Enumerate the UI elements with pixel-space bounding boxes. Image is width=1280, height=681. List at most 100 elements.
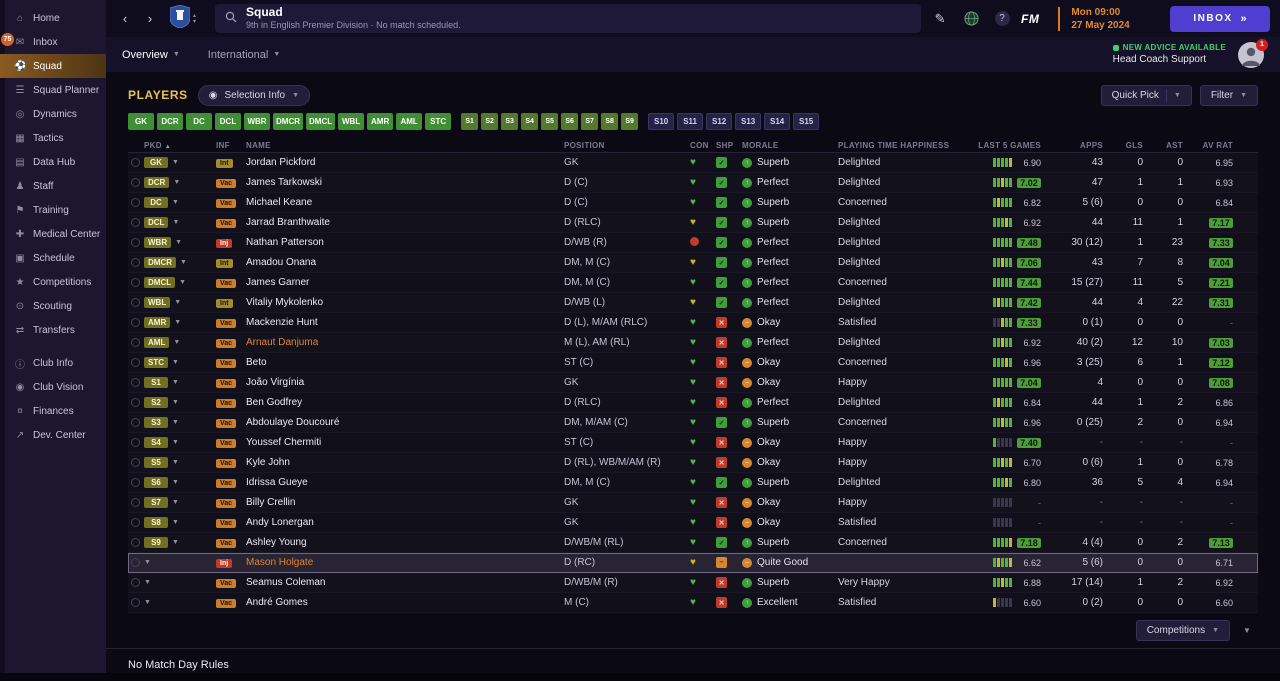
- row-status-circle[interactable]: [131, 478, 140, 487]
- player-name[interactable]: Jordan Pickford: [246, 157, 564, 168]
- chevron-down-icon[interactable]: ▼: [172, 379, 179, 386]
- player-row[interactable]: S7 ▼ Vac Billy Crellin GK ♥ ✕ – Okay Happy - - - - -: [128, 493, 1258, 513]
- player-name[interactable]: Ashley Young: [246, 537, 564, 548]
- pos-filter-wbr[interactable]: WBR: [244, 113, 270, 130]
- row-status-circle[interactable]: [131, 438, 140, 447]
- chevron-down-icon[interactable]: ▼: [144, 579, 151, 586]
- chevron-down-icon[interactable]: ▼: [172, 439, 179, 446]
- chevron-down-icon[interactable]: ▼: [172, 459, 179, 466]
- row-status-circle[interactable]: [131, 158, 140, 167]
- picked-position-cell[interactable]: S1 ▼: [144, 377, 216, 388]
- pos-filter-wbl[interactable]: WBL: [338, 113, 365, 130]
- selection-info-dropdown[interactable]: ◉ Selection Info ▼: [197, 84, 311, 106]
- pos-filter-s1[interactable]: S1: [461, 113, 479, 130]
- sidebar-item-finances[interactable]: ¤ Finances: [0, 399, 106, 423]
- chevron-down-icon[interactable]: ▼: [172, 499, 179, 506]
- player-name[interactable]: João Virgínia: [246, 377, 564, 388]
- chevron-down-icon[interactable]: ▼: [172, 199, 179, 206]
- col-header-playing-time-happiness[interactable]: PLAYING TIME HAPPINESS: [838, 141, 956, 150]
- chevron-down-icon[interactable]: ▼: [174, 299, 181, 306]
- player-name[interactable]: Arnaut Danjuma: [246, 337, 564, 348]
- chevron-down-icon[interactable]: ▼: [179, 279, 186, 286]
- player-row[interactable]: S6 ▼ Vac Idrissa Gueye DM, M (C) ♥ ✓ ↑ Superb Del…: [128, 473, 1258, 493]
- chevron-down-icon[interactable]: ▼: [144, 559, 151, 566]
- pos-filter-dmcl[interactable]: DMCL: [306, 113, 336, 130]
- player-name[interactable]: Nathan Patterson: [246, 237, 564, 248]
- row-status-circle[interactable]: [131, 238, 140, 247]
- player-name[interactable]: Billy Crellin: [246, 497, 564, 508]
- pos-filter-s3[interactable]: S3: [501, 113, 519, 130]
- sidebar-item-tactics[interactable]: ▦ Tactics: [0, 126, 106, 150]
- col-header-last-5-games[interactable]: LAST 5 GAMES: [956, 141, 1044, 150]
- player-name[interactable]: Mason Holgate: [246, 557, 564, 568]
- pos-filter-amr[interactable]: AMR: [367, 113, 394, 130]
- player-row[interactable]: ▼ Inj Mason Holgate D (RC) ♥ – – Quite Good 6.62…: [128, 553, 1258, 573]
- pos-filter-s13[interactable]: S13: [735, 113, 762, 130]
- picked-position-cell[interactable]: S5 ▼: [144, 457, 216, 468]
- chevron-down-icon[interactable]: ▼: [172, 399, 179, 406]
- pos-filter-s8[interactable]: S8: [601, 113, 619, 130]
- picked-position-cell[interactable]: ▼: [144, 579, 216, 586]
- chevron-down-icon[interactable]: ▼: [172, 419, 179, 426]
- player-name[interactable]: André Gomes: [246, 597, 564, 608]
- player-row[interactable]: DMCL ▼ Vac James Garner DM, M (C) ♥ ✓ ↑ Perfect C…: [128, 273, 1258, 293]
- picked-position-cell[interactable]: DMCR ▼: [144, 257, 216, 268]
- player-name[interactable]: Amadou Onana: [246, 257, 564, 268]
- picked-position-cell[interactable]: AMR ▼: [144, 317, 216, 328]
- row-status-circle[interactable]: [131, 338, 140, 347]
- player-name[interactable]: Youssef Chermiti: [246, 437, 564, 448]
- pos-filter-s9[interactable]: S9: [621, 113, 639, 130]
- chevron-down-icon[interactable]: ▼: [172, 219, 179, 226]
- chevron-down-icon[interactable]: ▼: [175, 239, 182, 246]
- picked-position-cell[interactable]: DCR ▼: [144, 177, 216, 188]
- pos-filter-s11[interactable]: S11: [677, 113, 704, 130]
- picked-position-cell[interactable]: ▼: [144, 599, 216, 606]
- row-status-circle[interactable]: [131, 298, 140, 307]
- col-header-inf[interactable]: INF: [216, 141, 246, 150]
- world-icon[interactable]: [959, 8, 983, 30]
- pos-filter-dmcr[interactable]: DMCR: [273, 113, 303, 130]
- sidebar-item-schedule[interactable]: ▣ Schedule: [0, 246, 106, 270]
- help-icon[interactable]: ?: [990, 8, 1014, 30]
- tab-international[interactable]: International ▼: [208, 49, 280, 61]
- player-name[interactable]: James Tarkowski: [246, 177, 564, 188]
- row-status-circle[interactable]: [131, 578, 140, 587]
- chevron-down-icon[interactable]: ▼: [180, 259, 187, 266]
- forward-button[interactable]: ›: [141, 9, 159, 29]
- picked-position-cell[interactable]: S8 ▼: [144, 517, 216, 528]
- player-row[interactable]: S1 ▼ Vac João Virgínia GK ♥ ✕ – Okay Happy 7.04 4 0 0…: [128, 373, 1258, 393]
- player-row[interactable]: S5 ▼ Vac Kyle John D (RL), WB/M/AM (R) ♥ ✕ – Oka…: [128, 453, 1258, 473]
- player-name[interactable]: Kyle John: [246, 457, 564, 468]
- player-name[interactable]: Abdoulaye Doucouré: [246, 417, 564, 428]
- tab-overview[interactable]: Overview ▼: [122, 49, 180, 61]
- player-name[interactable]: Vitaliy Mykolenko: [246, 297, 564, 308]
- panel-collapse-button[interactable]: ▼: [1236, 620, 1258, 641]
- sidebar-item-squad-planner[interactable]: ☰ Squad Planner: [0, 78, 106, 102]
- col-header-apps[interactable]: APPS: [1044, 141, 1106, 150]
- sidebar-item-inbox[interactable]: 75 ✉ Inbox: [0, 30, 106, 54]
- sidebar-item-home[interactable]: ⌂ Home: [0, 6, 106, 30]
- back-button[interactable]: ‹: [116, 9, 134, 29]
- sidebar-item-dynamics[interactable]: ◎ Dynamics: [0, 102, 106, 126]
- row-status-circle[interactable]: [131, 278, 140, 287]
- row-status-circle[interactable]: [131, 198, 140, 207]
- sidebar-item-dev-center[interactable]: ↗ Dev. Center: [0, 423, 106, 447]
- row-status-circle[interactable]: [131, 398, 140, 407]
- row-status-circle[interactable]: [131, 518, 140, 527]
- quick-pick-button[interactable]: Quick Pick ▼: [1100, 84, 1192, 106]
- picked-position-cell[interactable]: WBL ▼: [144, 297, 216, 308]
- sidebar-item-medical-center[interactable]: ✚ Medical Center: [0, 222, 106, 246]
- advice-panel[interactable]: NEW ADVICE AVAILABLE Head Coach Support: [1112, 43, 1226, 66]
- col-header-shp[interactable]: SHP: [716, 141, 742, 150]
- pos-filter-aml[interactable]: AML: [396, 113, 423, 130]
- row-status-circle[interactable]: [131, 538, 140, 547]
- pos-filter-dc[interactable]: DC: [186, 113, 212, 130]
- chevron-down-icon[interactable]: ▼: [172, 539, 179, 546]
- chevron-down-icon[interactable]: ▼: [172, 359, 179, 366]
- player-name[interactable]: Beto: [246, 357, 564, 368]
- pos-filter-dcl[interactable]: DCL: [215, 113, 241, 130]
- row-status-circle[interactable]: [131, 418, 140, 427]
- player-name[interactable]: Andy Lonergan: [246, 517, 564, 528]
- picked-position-cell[interactable]: S2 ▼: [144, 397, 216, 408]
- picked-position-cell[interactable]: S3 ▼: [144, 417, 216, 428]
